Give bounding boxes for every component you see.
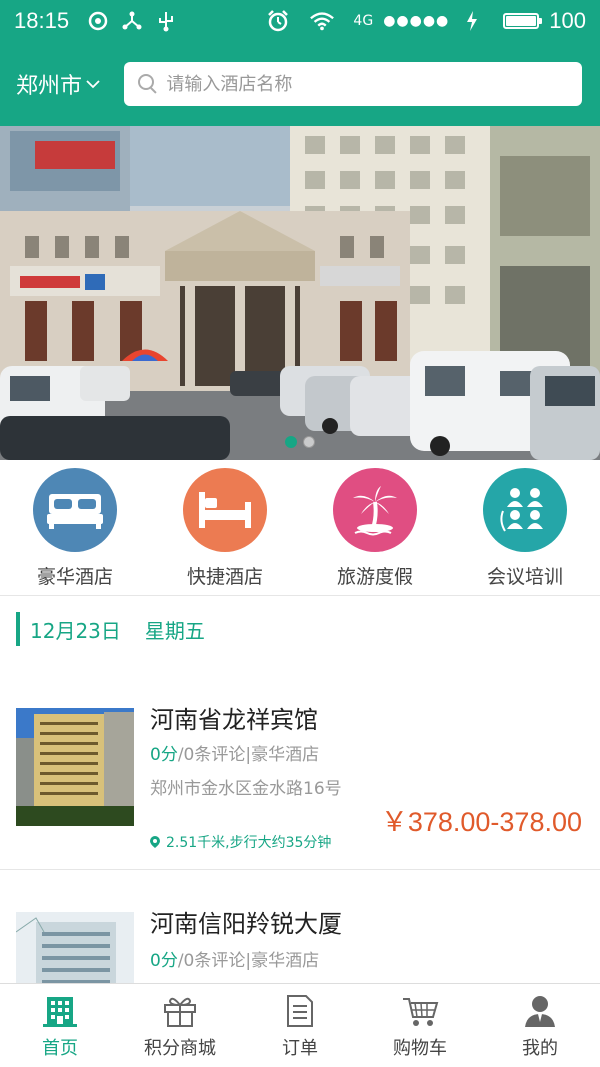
tab-cart[interactable]: 购物车 <box>360 984 480 1067</box>
category-label: 快捷酒店 <box>186 566 263 588</box>
building-icon <box>40 992 80 1030</box>
hotel-list-item[interactable]: 河南省龙祥宾馆 0分/0条评论|豪华酒店 郑州市金水区金水路16号 ￥378.0… <box>0 680 600 870</box>
hotel-meta: 0分/0条评论|豪华酒店 <box>150 946 319 971</box>
date-bar: 12月23日 星期五 <box>16 612 205 646</box>
hotel-thumbnail <box>16 708 134 826</box>
usb-icon <box>153 8 179 34</box>
hotel-name: 河南信阳羚锐大厦 <box>150 910 342 938</box>
location-pin-icon <box>150 836 160 848</box>
date-weekday: 星期五 <box>144 618 205 643</box>
search-box[interactable] <box>124 62 582 106</box>
battery-icon <box>503 13 543 29</box>
palm-tree-icon <box>333 468 417 552</box>
category-travel-resort[interactable]: 旅游度假 <box>300 468 450 589</box>
charging-icon <box>459 8 485 34</box>
search-input[interactable] <box>166 73 570 95</box>
date-day: 12月23日 <box>30 618 121 643</box>
hotel-distance: 2.51千米,步行大约35分钟 <box>150 832 331 852</box>
category-express-hotel[interactable]: 快捷酒店 <box>150 468 300 589</box>
signal-strength: ●●●●● <box>383 13 450 29</box>
status-time: 18:15 <box>14 8 70 33</box>
hotel-name: 河南省龙祥宾馆 <box>150 706 318 734</box>
tab-label: 我的 <box>522 1037 558 1059</box>
document-icon <box>280 992 320 1030</box>
category-meeting-training[interactable]: 会议培训 <box>450 468 600 589</box>
tab-label: 首页 <box>42 1037 78 1059</box>
hotel-score: 0分 <box>150 951 178 971</box>
hotel-distance-text: 2.51千米,步行大约35分钟 <box>166 835 332 851</box>
category-row: 豪华酒店 快捷酒店 旅游度假 会议培训 <box>0 460 600 596</box>
bed-icon <box>33 468 117 552</box>
carousel-indicator <box>0 436 600 448</box>
carousel-dot[interactable] <box>303 436 315 448</box>
hotel-price: ￥378.00-378.00 <box>380 807 582 837</box>
user-icon <box>520 992 560 1030</box>
gift-icon <box>160 992 200 1030</box>
category-luxury-hotel[interactable]: 豪华酒店 <box>0 468 150 589</box>
meeting-icon <box>483 468 567 552</box>
network-type: 4G <box>353 13 374 29</box>
share-icon <box>119 8 145 34</box>
hotel-list-item[interactable]: 河南信阳羚锐大厦 0分/0条评论|豪华酒店 <box>0 890 600 983</box>
search-icon <box>136 72 158 96</box>
alarm-icon <box>265 8 291 34</box>
hotel-thumbnail <box>16 912 134 983</box>
bottom-tab-bar: 首页 积分商城 订单 购物车 我的 <box>0 983 600 1067</box>
city-label: 郑州市 <box>16 74 83 99</box>
tab-label: 订单 <box>282 1037 318 1059</box>
tab-label: 购物车 <box>393 1037 447 1059</box>
chevron-down-icon <box>86 78 100 92</box>
status-bar: 18:15 4G ●●●●● 100 <box>0 0 600 42</box>
tab-points-mall[interactable]: 积分商城 <box>120 984 240 1067</box>
hotel-score: 0分 <box>150 745 178 765</box>
banner-carousel[interactable] <box>0 126 600 460</box>
single-bed-icon <box>183 468 267 552</box>
tab-orders[interactable]: 订单 <box>240 984 360 1067</box>
hotel-reviews-type: /0条评论|豪华酒店 <box>177 745 320 765</box>
cart-icon <box>400 992 440 1030</box>
hotel-address: 郑州市金水区金水路16号 <box>150 779 342 799</box>
category-label: 会议培训 <box>486 566 563 588</box>
battery-percent: 100 <box>549 8 586 33</box>
hotel-reviews-type: /0条评论|豪华酒店 <box>177 951 320 971</box>
tab-label: 积分商城 <box>144 1037 216 1059</box>
category-label: 豪华酒店 <box>36 566 113 588</box>
banner-image <box>0 126 600 460</box>
tab-me[interactable]: 我的 <box>480 984 600 1067</box>
header: 郑州市 <box>0 42 600 126</box>
tab-home[interactable]: 首页 <box>0 984 120 1067</box>
city-selector[interactable]: 郑州市 <box>16 68 124 100</box>
sync-icon <box>85 8 111 34</box>
category-label: 旅游度假 <box>336 566 413 588</box>
hotel-meta: 0分/0条评论|豪华酒店 <box>150 740 319 765</box>
carousel-dot[interactable] <box>285 436 297 448</box>
wifi-icon <box>309 8 335 34</box>
